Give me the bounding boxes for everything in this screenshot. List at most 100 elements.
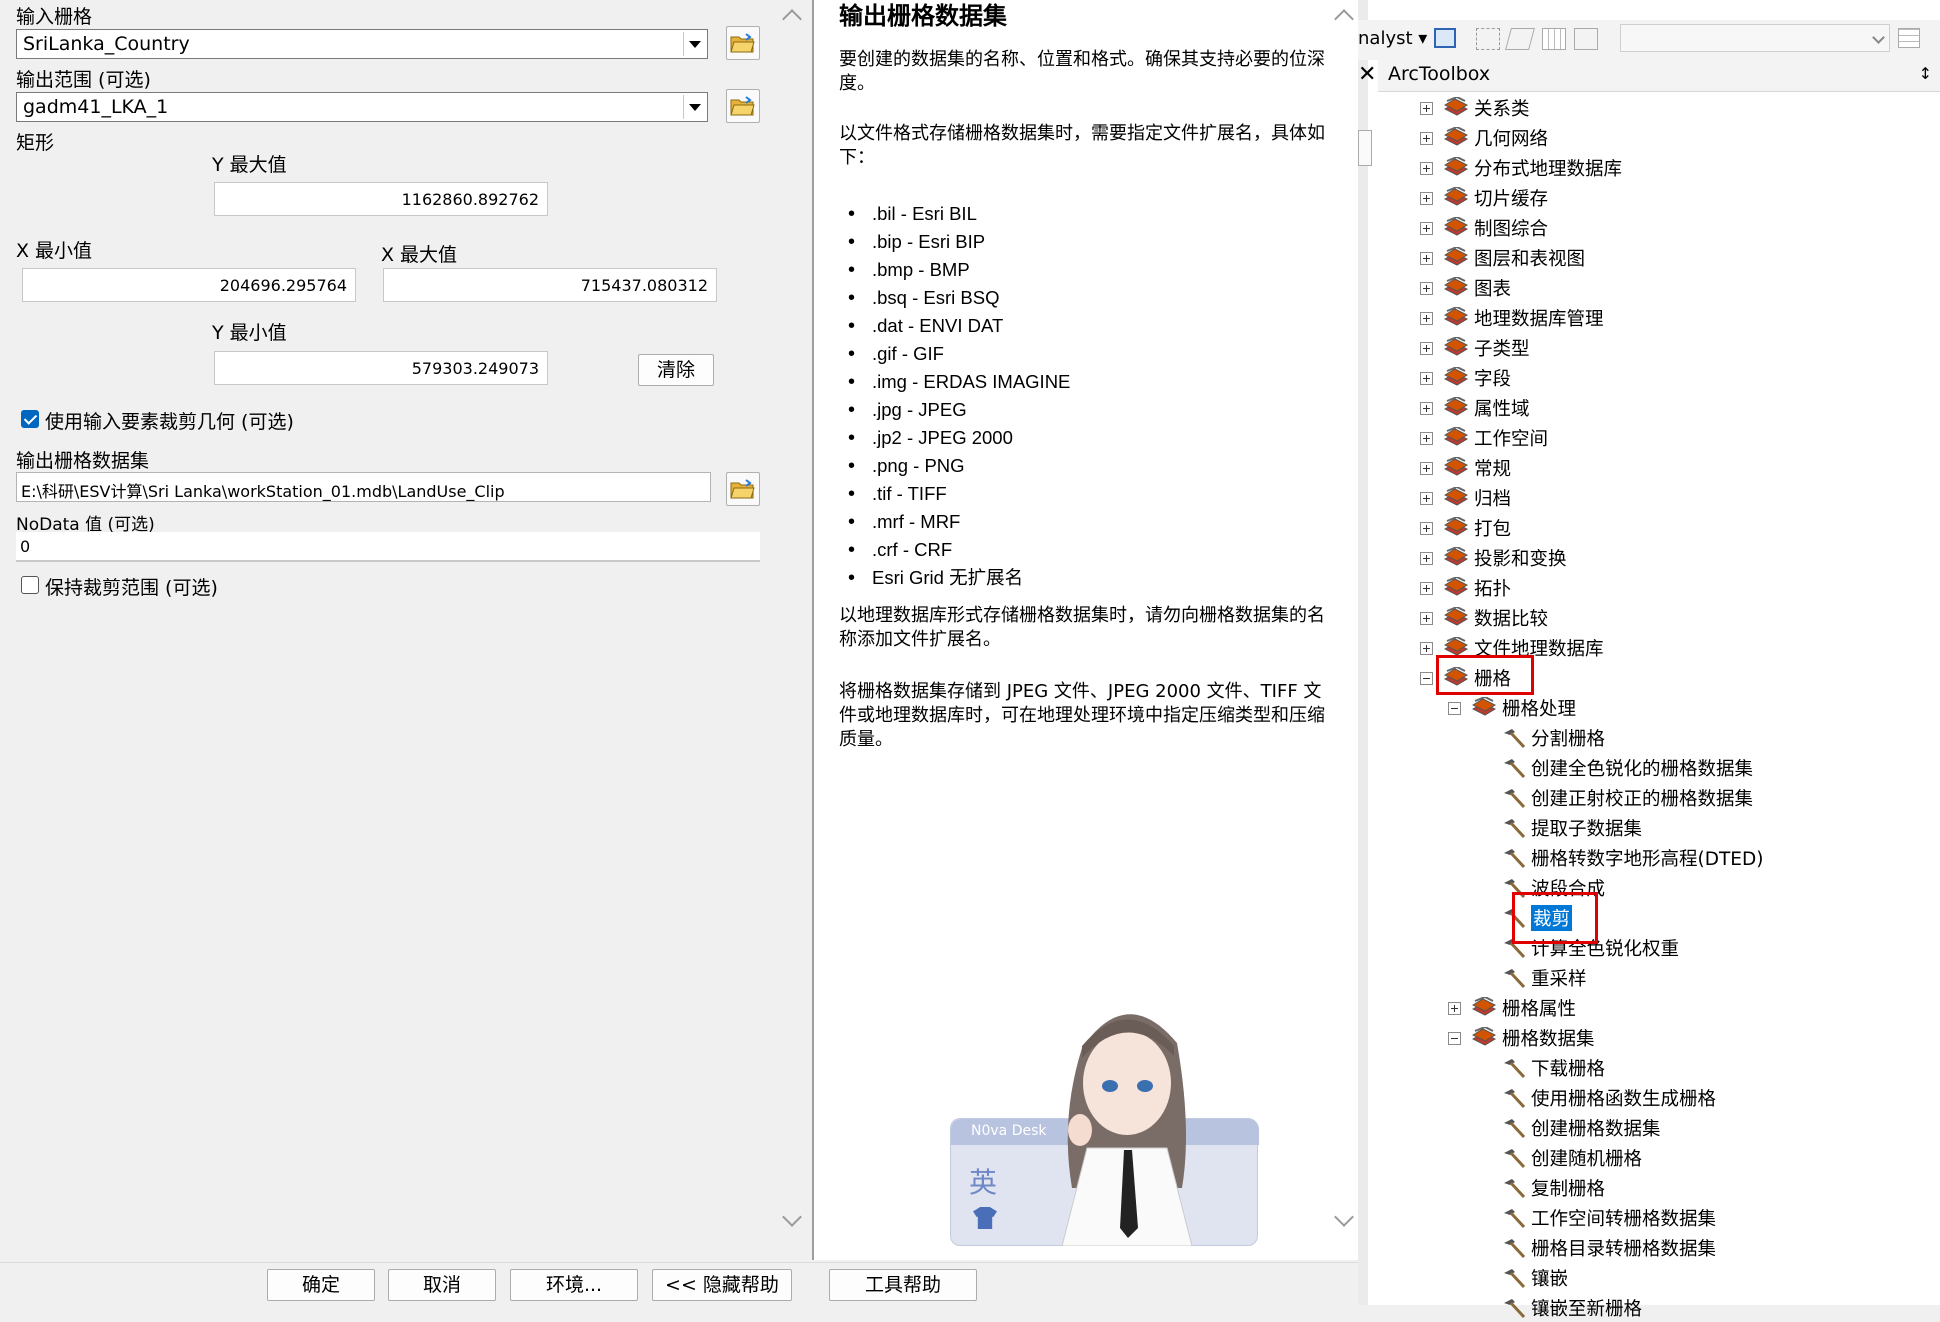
grid-icon[interactable] [1898, 28, 1920, 48]
list-item: .dat - ENVI DAT [872, 312, 1070, 340]
table-icon[interactable] [1542, 28, 1566, 50]
tool-item[interactable]: 提取子数据集 [1502, 814, 1642, 842]
tool-item[interactable]: 栅格转数字地形高程(DTED) [1502, 844, 1763, 872]
expand-icon[interactable] [1420, 581, 1433, 595]
toolbox-icon [1471, 997, 1497, 1016]
tool-help-button[interactable]: 工具帮助 [829, 1269, 977, 1301]
expand-icon[interactable] [1420, 551, 1433, 565]
xmax-field[interactable]: 715437.080312 [383, 268, 717, 302]
expand-icon[interactable] [1420, 461, 1433, 475]
tool-item[interactable]: 创建随机栅格 [1502, 1144, 1642, 1172]
tool-item[interactable]: 镶嵌 [1502, 1264, 1568, 1292]
tree-item[interactable]: 投影和变换 [1420, 544, 1567, 572]
close-icon[interactable]: ✕ [1358, 62, 1376, 87]
tree-item[interactable]: 属性域 [1420, 394, 1530, 422]
tree-item[interactable]: 关系类 [1420, 94, 1530, 122]
side-tab[interactable] [1358, 130, 1372, 166]
collapse-icon[interactable] [1420, 671, 1433, 685]
input-raster-combo[interactable]: SriLanka_Country [16, 29, 708, 59]
output-raster-field[interactable]: E:\科研\ESV计算\Sri Lanka\workStation_01.mdb… [16, 472, 711, 502]
xmin-label: X 最小值 [16, 240, 93, 262]
expand-icon[interactable] [1420, 161, 1433, 175]
report-icon[interactable] [1574, 28, 1598, 50]
keep-extent-checkbox[interactable] [21, 576, 39, 594]
tree-item[interactable]: 图表 [1420, 274, 1511, 302]
tree-item[interactable]: 打包 [1420, 514, 1511, 542]
expand-icon[interactable] [1420, 101, 1433, 115]
cancel-button[interactable]: 取消 [388, 1269, 496, 1301]
expand-icon[interactable] [1420, 611, 1433, 625]
collapse-icon[interactable] [1448, 1031, 1461, 1045]
tree-item[interactable]: 工作空间 [1420, 424, 1548, 452]
expand-icon[interactable] [1420, 131, 1433, 145]
tree-item[interactable]: 子类型 [1420, 334, 1530, 362]
expand-icon[interactable] [1420, 401, 1433, 415]
expand-icon[interactable] [1420, 641, 1433, 655]
layer-dropdown[interactable] [1620, 24, 1890, 52]
tool-item[interactable]: 使用栅格函数生成栅格 [1502, 1084, 1716, 1112]
pin-icon[interactable]: ↕ [1919, 64, 1932, 83]
tree-item[interactable]: 分布式地理数据库 [1420, 154, 1622, 182]
expand-icon[interactable] [1420, 281, 1433, 295]
tree-item-raster-processing[interactable]: 栅格处理 [1448, 694, 1576, 722]
tree-item-raster-properties[interactable]: 栅格属性 [1448, 994, 1576, 1022]
tree-item[interactable]: 拓扑 [1420, 574, 1511, 602]
window-icon[interactable] [1434, 28, 1456, 48]
tree-item-raster-dataset[interactable]: 栅格数据集 [1448, 1024, 1595, 1052]
scroll-up-icon[interactable] [1334, 9, 1354, 29]
ok-button[interactable]: 确定 [267, 1269, 375, 1301]
ymin-field[interactable]: 579303.249073 [214, 351, 548, 385]
expand-icon[interactable] [1420, 371, 1433, 385]
expand-icon[interactable] [1420, 491, 1433, 505]
chevron-down-icon[interactable] [683, 95, 705, 119]
expand-icon[interactable] [1420, 311, 1433, 325]
environments-button[interactable]: 环境... [510, 1269, 638, 1301]
tool-item[interactable]: 栅格目录转栅格数据集 [1502, 1234, 1716, 1262]
tool-item[interactable]: 镶嵌至新栅格 [1502, 1294, 1642, 1322]
expand-icon[interactable] [1448, 1001, 1461, 1015]
expand-icon[interactable] [1420, 251, 1433, 265]
tree-item[interactable]: 字段 [1420, 364, 1511, 392]
collapse-icon[interactable] [1448, 701, 1461, 715]
xmin-field[interactable]: 204696.295764 [22, 268, 356, 302]
tool-item[interactable]: 复制栅格 [1502, 1174, 1605, 1202]
scroll-up-icon[interactable] [782, 9, 802, 29]
scroll-down-icon[interactable] [1334, 1207, 1354, 1227]
expand-icon[interactable] [1420, 431, 1433, 445]
output-extent-combo[interactable]: gadm41_LKA_1 [16, 92, 708, 122]
open-folder-icon [730, 96, 755, 116]
use-geometry-checkbox[interactable] [21, 410, 39, 428]
ymax-field[interactable]: 1162860.892762 [214, 182, 548, 216]
tool-item-label: 镶嵌 [1531, 1269, 1569, 1290]
hide-help-button[interactable]: << 隐藏帮助 [652, 1269, 792, 1301]
expand-icon[interactable] [1420, 341, 1433, 355]
tree-item[interactable]: 常规 [1420, 454, 1511, 482]
clear-button[interactable]: 清除 [638, 354, 714, 386]
expand-icon[interactable] [1420, 221, 1433, 235]
expand-icon[interactable] [1420, 521, 1433, 535]
edit-icon[interactable] [1505, 28, 1535, 50]
tree-item[interactable]: 数据比较 [1420, 604, 1548, 632]
tree-item[interactable]: 几何网络 [1420, 124, 1548, 152]
tool-item[interactable]: 下载栅格 [1502, 1054, 1605, 1082]
tool-item[interactable]: 分割栅格 [1502, 724, 1605, 752]
select-icon[interactable] [1476, 28, 1500, 50]
tool-item[interactable]: 工作空间转栅格数据集 [1502, 1204, 1716, 1232]
chevron-down-icon[interactable] [683, 32, 705, 56]
nodata-field[interactable]: 0 [16, 532, 760, 562]
tool-item[interactable]: 创建全色锐化的栅格数据集 [1502, 754, 1753, 782]
tool-item[interactable]: 创建栅格数据集 [1502, 1114, 1661, 1142]
tree-item[interactable]: 归档 [1420, 484, 1511, 512]
tool-item[interactable]: 创建正射校正的栅格数据集 [1502, 784, 1753, 812]
tree-item[interactable]: 制图综合 [1420, 214, 1548, 242]
tree-item[interactable]: 图层和表视图 [1420, 244, 1585, 272]
browse-output-extent-button[interactable] [726, 89, 760, 123]
tool-item[interactable]: 重采样 [1502, 964, 1587, 992]
browse-output-raster-button[interactable] [726, 472, 760, 506]
expand-icon[interactable] [1420, 191, 1433, 205]
browse-input-raster-button[interactable] [726, 26, 760, 60]
scroll-down-icon[interactable] [782, 1207, 802, 1227]
tree-item[interactable]: 地理数据库管理 [1420, 304, 1604, 332]
analyst-menu[interactable]: nalyst ▾ [1358, 28, 1427, 49]
tree-item[interactable]: 切片缓存 [1420, 184, 1548, 212]
